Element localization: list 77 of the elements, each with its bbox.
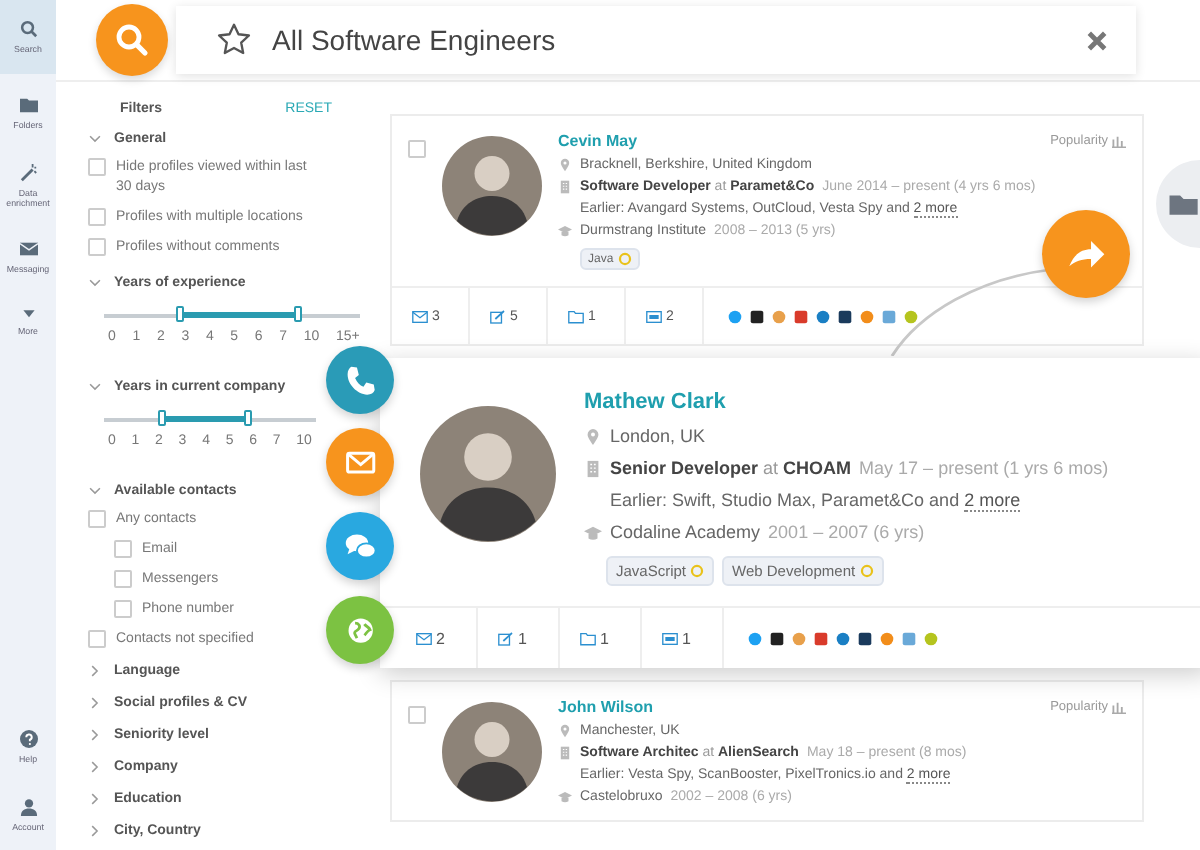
chevron-icon [88, 664, 102, 679]
avatar-placeholder [420, 406, 556, 542]
envelope-icon [416, 631, 432, 645]
chevron-icon [88, 132, 102, 146]
graduation-cap-icon [558, 224, 572, 238]
chevron-icon [88, 792, 102, 807]
edit-icon [490, 309, 506, 323]
ring-icon [617, 252, 632, 266]
chat-button[interactable] [326, 512, 394, 580]
call-button[interactable] [326, 346, 394, 414]
slider-handle[interactable] [294, 306, 303, 323]
folder-icon [568, 309, 584, 323]
close-icon[interactable] [1086, 29, 1108, 51]
count-button[interactable]: 1 [478, 608, 560, 668]
bar-chart-icon [1112, 700, 1126, 714]
avatar-placeholder [442, 136, 542, 236]
chevron-icon [88, 379, 102, 394]
graduation-cap-icon [584, 523, 602, 541]
job-title: Senior Developer at CHOAM [610, 458, 852, 478]
job-period: May 17 – present (1 yrs 6 mos) [859, 458, 1109, 478]
checkbox[interactable] [114, 599, 132, 618]
count-button[interactable]: 1 [560, 608, 642, 668]
caret-icon [21, 306, 35, 321]
help-icon [19, 730, 37, 749]
bar-chart-icon [1112, 134, 1126, 148]
folder-icon [580, 631, 596, 645]
checkbox[interactable] [88, 509, 106, 528]
checkbox[interactable] [88, 238, 106, 257]
location-text: London, UK [610, 426, 706, 446]
select-checkbox[interactable] [408, 706, 426, 724]
id-card-icon [662, 631, 678, 645]
graduation-cap-icon [558, 790, 572, 804]
building-icon [584, 459, 602, 477]
chevron-icon [88, 483, 102, 498]
envelope-icon [412, 309, 428, 323]
chevron-icon [88, 760, 102, 775]
count-button[interactable]: 1 [642, 608, 724, 668]
checkbox[interactable] [88, 208, 106, 227]
earlier-jobs-text: Earlier: Swift, Studio Max, Paramet&Co and 2 more [610, 490, 1021, 510]
building-icon [558, 180, 572, 194]
select-checkbox[interactable] [408, 140, 426, 158]
slider-handle[interactable] [157, 410, 166, 427]
chevron-icon [88, 728, 102, 743]
search-icon [19, 20, 37, 38]
checkbox[interactable] [88, 158, 106, 176]
website-button[interactable] [326, 596, 394, 664]
id-card-icon [646, 309, 662, 323]
search-button[interactable] [96, 4, 168, 76]
folder-icon [19, 96, 37, 115]
email-button[interactable] [326, 428, 394, 496]
building-icon [558, 746, 572, 760]
chevron-icon [88, 696, 102, 711]
slider-handle[interactable] [244, 410, 253, 427]
wand-icon [19, 163, 37, 182]
search-bar[interactable]: All Software Engineers [176, 6, 1136, 74]
checkbox[interactable] [114, 539, 132, 558]
school-name: Codaline Academy [610, 522, 761, 542]
checkbox[interactable] [114, 569, 132, 588]
chevron-icon [88, 275, 102, 290]
more-link[interactable]: 2 more [964, 490, 1021, 512]
school-years: 2001 – 2007 (6 yrs) [768, 522, 925, 542]
avatar-placeholder [442, 702, 542, 802]
mail-icon [19, 240, 37, 259]
location-pin-icon [558, 158, 572, 172]
search-query: All Software Engineers [272, 24, 558, 56]
location-pin-icon [558, 724, 572, 738]
ring-icon [690, 564, 705, 578]
chevron-icon [88, 824, 102, 839]
slider-handle[interactable] [176, 306, 185, 323]
location-pin-icon [584, 427, 602, 445]
star-icon[interactable] [216, 22, 252, 58]
user-icon [19, 797, 37, 816]
count-button[interactable]: 2 [396, 608, 478, 668]
search-icon [112, 20, 152, 60]
ring-icon [859, 564, 874, 578]
edit-icon [498, 631, 514, 645]
checkbox[interactable] [88, 630, 106, 649]
